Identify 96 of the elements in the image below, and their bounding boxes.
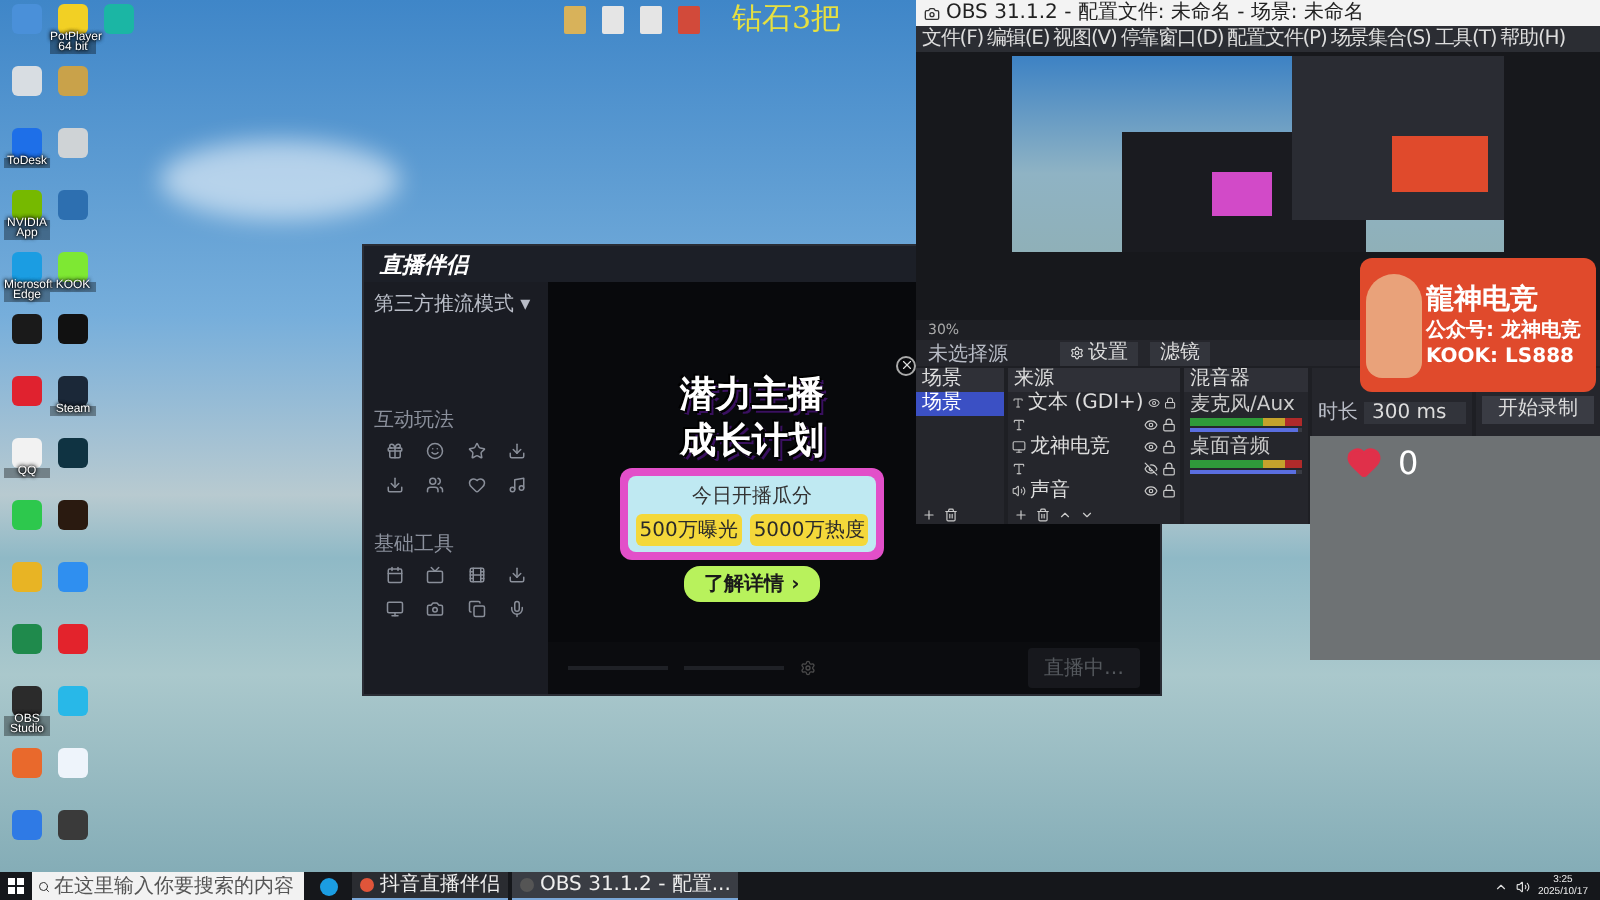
section-title: 基础工具 [374,531,456,558]
menu-item[interactable]: 视图(V) [1053,26,1117,52]
microphone-icon[interactable] [508,600,527,618]
promo-title: 潜力主播 [680,375,824,415]
scene-item[interactable]: 场景 [916,392,1004,416]
source-name[interactable]: 文本 (GDI+) [1028,392,1144,414]
text-icon [1012,418,1026,432]
smile-icon[interactable] [426,442,445,460]
panel-title: 场景 [916,368,1004,392]
lock-icon[interactable] [1162,440,1176,454]
panel-title: 混音器 [1184,368,1308,392]
lock-icon[interactable] [1162,462,1176,476]
app-icon[interactable] [58,314,88,344]
chevron-up-icon[interactable] [1058,508,1072,522]
lock-icon[interactable] [1162,418,1176,432]
panel-title: 来源 [1008,368,1180,392]
mode-dropdown[interactable]: 第三方推流模式 ▾ [374,290,538,318]
reward-tag: 500万曝光 [635,513,742,545]
details-button[interactable]: 了解详情 › [684,565,820,601]
tv-icon[interactable] [426,566,445,584]
heart-icon[interactable] [467,476,486,494]
reward-tag: 5000万热度 [749,513,869,545]
app-icon[interactable] [12,314,42,344]
card-text: KOOK: LS888 [1426,345,1576,367]
speaker-icon[interactable] [1515,879,1530,893]
download-icon[interactable] [508,442,527,460]
eye-icon[interactable] [1144,484,1158,498]
users-icon[interactable] [426,476,445,494]
trash-icon[interactable] [944,508,958,522]
audio-meter [1190,418,1302,426]
text-icon [1012,396,1025,410]
download-icon[interactable] [508,566,527,584]
overlay-text: 钻石3把 [732,0,842,38]
eye-icon[interactable] [1147,396,1160,410]
taskbar-app[interactable]: OBS 31.1.2 - 配置... [512,872,739,900]
calendar-icon[interactable] [385,566,404,584]
close-icon [899,358,913,372]
section-title: 互动玩法 [374,407,456,434]
settings-button[interactable]: 设置 [1060,341,1138,365]
lock-icon[interactable] [1163,396,1176,410]
app-icon[interactable] [12,686,42,716]
add-icon[interactable] [1014,508,1028,522]
eye-off-icon[interactable] [1144,462,1158,476]
music-note-icon[interactable] [508,476,527,494]
menu-item[interactable]: 场景集合(S) [1330,26,1431,52]
record-button[interactable]: 开始录制 [1482,396,1594,424]
menu-item[interactable]: 配置文件(P) [1227,26,1327,52]
trash-icon[interactable] [1036,508,1050,522]
app-icon[interactable] [58,500,88,530]
speaker-icon [1012,484,1026,498]
window-title: OBS 31.1.2 - 配置文件: 未命名 - 场景: 未命名 [946,0,1364,26]
card-text: 公众号: 龙神电竞 [1426,319,1581,341]
gear-icon [1070,346,1084,360]
app-icon[interactable] [58,376,88,406]
like-count: 0 [1398,444,1419,484]
camera-icon[interactable] [426,600,445,618]
chevron-down-icon[interactable] [1080,508,1094,522]
app-icon[interactable] [58,438,88,468]
lock-icon[interactable] [1162,484,1176,498]
gift-icon[interactable] [385,442,404,460]
filters-button[interactable]: 滤镜 [1150,341,1210,365]
search-icon [38,879,50,893]
selection-label: 未选择源 [928,341,1008,367]
film-icon[interactable] [467,566,486,584]
eye-icon[interactable] [1144,440,1158,454]
app-logo: 直播伴侣 [380,249,468,279]
duration-label: 时长 [1318,399,1358,426]
menu-item[interactable]: 帮助(H) [1500,26,1565,52]
mascot-drawing [1366,273,1422,377]
menu-item[interactable]: 编辑(E) [987,26,1050,52]
duration-field[interactable]: 300 ms [1364,401,1466,423]
app-icon[interactable] [58,810,88,840]
eye-icon[interactable] [1144,418,1158,432]
card-title: 龍神电竞 [1426,283,1540,315]
star-icon[interactable] [467,442,486,460]
channel-name: 桌面音频 [1190,436,1272,458]
source-name[interactable]: 声音 [1030,480,1140,502]
source-name[interactable]: 龙神电竞 [1030,436,1140,458]
taskbar-app[interactable]: 抖音直播伴侣 [352,872,508,900]
text-icon [1012,462,1026,476]
promo-title: 成长计划 [680,421,824,461]
add-icon[interactable] [922,508,936,522]
heart-icon [1346,444,1382,480]
monitor-icon [1012,440,1026,454]
audio-meter [1190,460,1302,468]
menu-item[interactable]: 停靠窗口(D) [1120,26,1224,52]
monitor-icon[interactable] [385,600,404,618]
chevron-up-icon[interactable] [1493,879,1508,893]
menu-item[interactable]: 工具(T) [1434,26,1497,52]
download-icon[interactable] [385,476,404,494]
copy-icon[interactable] [467,600,486,618]
menu-item[interactable]: 文件(F) [922,26,984,52]
channel-name: 麦克风/Aux [1190,394,1297,416]
reward-caption: 今日开播瓜分 [691,483,812,509]
windows-logo-icon [8,878,24,894]
app-icon [924,5,940,21]
